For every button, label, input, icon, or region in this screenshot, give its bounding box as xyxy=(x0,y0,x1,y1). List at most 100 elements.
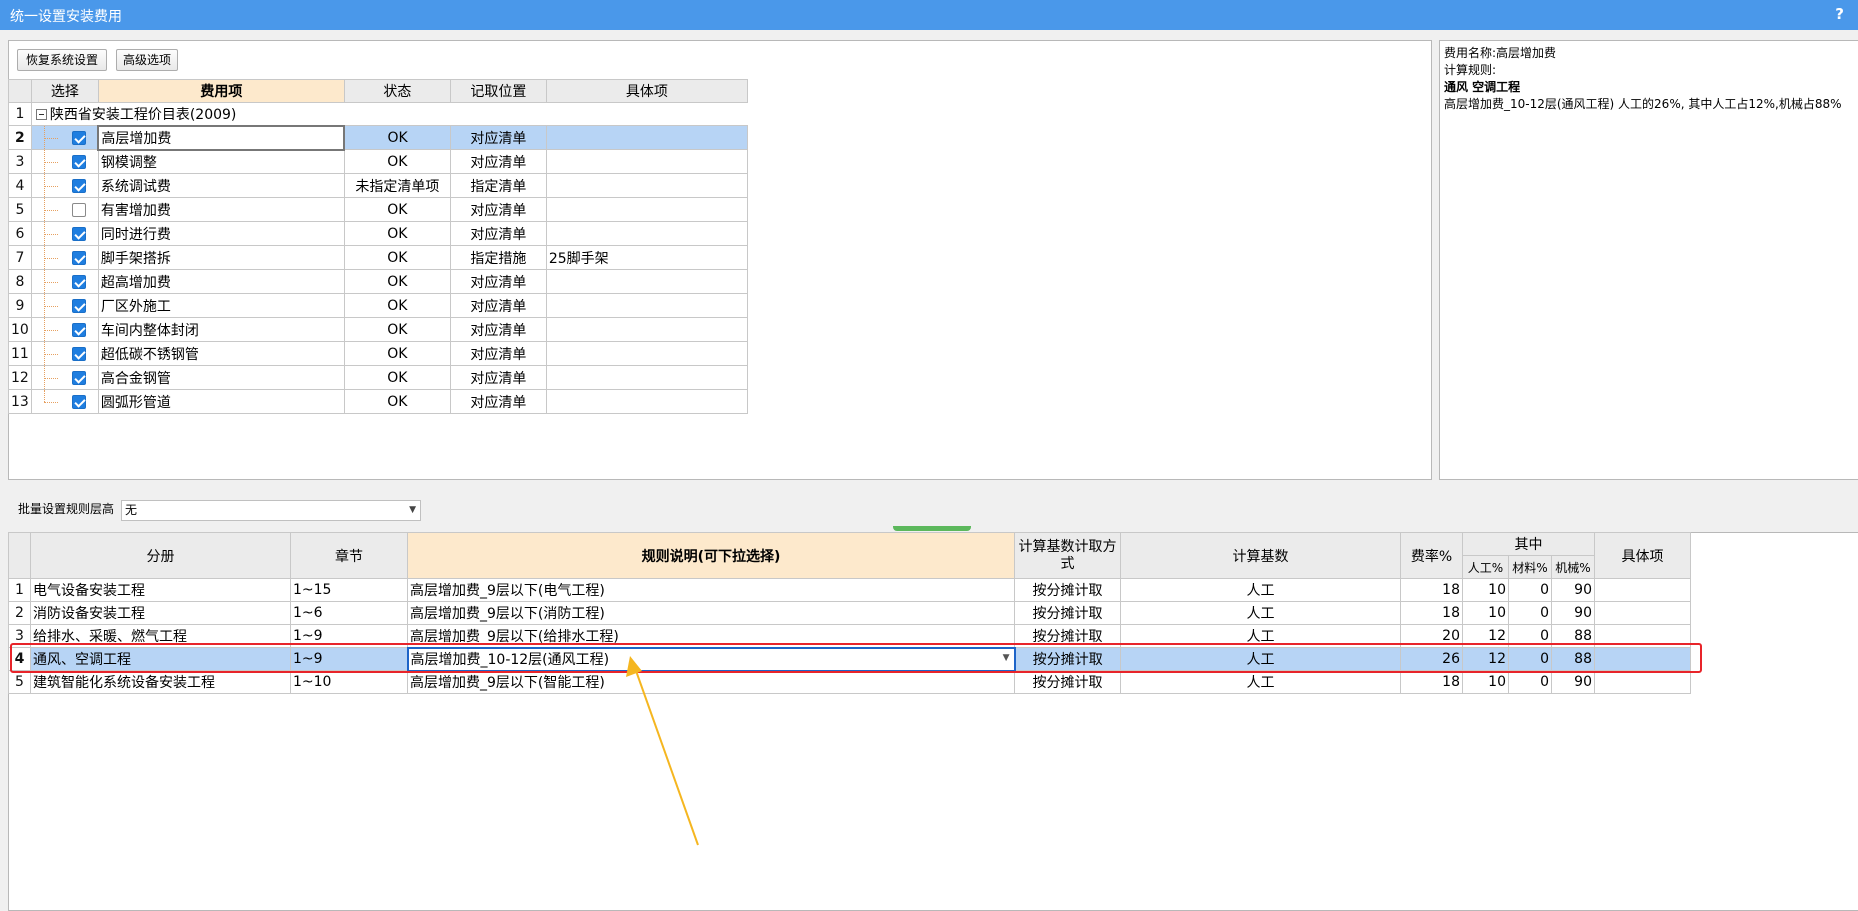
select-checkbox[interactable] xyxy=(71,130,86,145)
dropdown-arrow-icon[interactable]: ▼ xyxy=(1003,653,1010,663)
select-checkbox[interactable] xyxy=(71,274,86,289)
labor-cell[interactable]: 10 xyxy=(1462,601,1509,625)
select-checkbox[interactable] xyxy=(71,250,86,265)
base-cell[interactable]: 人工 xyxy=(1120,601,1401,625)
fee-position[interactable]: 对应清单 xyxy=(449,221,547,246)
fee-row[interactable]: 4 系统调试费 未指定清单项 指定清单 xyxy=(8,173,748,198)
machine-cell[interactable]: 90 xyxy=(1551,601,1595,625)
select-checkbox[interactable] xyxy=(71,394,86,409)
rule-cell[interactable]: 高层增加费_9层以下(智能工程) xyxy=(407,670,1015,694)
specific-cell[interactable] xyxy=(1594,578,1691,602)
fee-row[interactable]: 13 圆弧形管道 OK 对应清单 xyxy=(8,389,748,414)
rule-row[interactable]: 2 消防设备安装工程 1~6 高层增加费_9层以下(消防工程) 按分摊计取 人工 18 10 0… xyxy=(8,601,1691,625)
material-cell[interactable]: 0 xyxy=(1508,647,1552,671)
fee-row[interactable]: 5 有害增加费 OK 对应清单 xyxy=(8,197,748,222)
method-cell[interactable]: 按分摊计取 xyxy=(1014,601,1121,625)
method-cell[interactable]: 按分摊计取 xyxy=(1014,624,1121,648)
base-cell[interactable]: 人工 xyxy=(1120,578,1401,602)
rule-row[interactable]: 4 通风、空调工程 1~9 高层增加费_10-12层(通风工程) ▼ 按分摊计取 人工 26 1… xyxy=(8,646,1691,672)
select-checkbox[interactable] xyxy=(71,202,86,217)
collapse-icon[interactable] xyxy=(35,109,47,121)
fee-item-name[interactable]: 厂区外施工 xyxy=(97,293,345,318)
restore-defaults-button[interactable]: 恢复系统设置 xyxy=(17,49,107,71)
fee-specific[interactable] xyxy=(545,173,748,198)
fee-position[interactable]: 指定措施 xyxy=(449,245,547,270)
fee-specific[interactable] xyxy=(545,293,748,318)
fee-specific[interactable] xyxy=(545,125,748,150)
method-cell[interactable]: 按分摊计取 xyxy=(1014,578,1121,602)
select-checkbox[interactable] xyxy=(71,298,86,313)
header-fee-item[interactable]: 费用项 xyxy=(97,79,345,103)
advanced-options-button[interactable]: 高级选项 xyxy=(116,49,178,71)
rule-select[interactable]: 高层增加费_10-12层(通风工程) ▼ xyxy=(406,646,1016,672)
select-checkbox[interactable] xyxy=(71,346,86,361)
method-cell[interactable]: 按分摊计取 xyxy=(1014,647,1121,671)
fee-item-name[interactable]: 超低碳不锈钢管 xyxy=(97,341,345,366)
material-cell[interactable]: 0 xyxy=(1508,578,1552,602)
specific-cell[interactable] xyxy=(1594,647,1691,671)
rule-row[interactable]: 5 建筑智能化系统设备安装工程 1~10 高层增加费_9层以下(智能工程) 按分摊计取人… xyxy=(8,670,1691,694)
machine-cell[interactable]: 88 xyxy=(1551,624,1595,648)
labor-cell[interactable]: 10 xyxy=(1462,578,1509,602)
fee-specific[interactable] xyxy=(545,389,748,414)
fee-row[interactable]: 11 超低碳不锈钢管 OK 对应清单 xyxy=(8,341,748,366)
fee-specific[interactable] xyxy=(545,221,748,246)
fee-row[interactable]: 6 同时进行费 OK 对应清单 xyxy=(8,221,748,246)
fee-item-name[interactable]: 圆弧形管道 xyxy=(97,389,345,414)
fee-position[interactable]: 对应清单 xyxy=(449,293,547,318)
material-cell[interactable]: 0 xyxy=(1508,624,1552,648)
base-cell[interactable]: 人工 xyxy=(1120,624,1401,648)
labor-cell[interactable]: 10 xyxy=(1462,670,1509,694)
fee-specific[interactable] xyxy=(545,341,748,366)
base-cell[interactable]: 人工 xyxy=(1120,670,1401,694)
fee-row[interactable]: 12 高合金钢管 OK 对应清单 xyxy=(8,365,748,390)
rate-cell[interactable]: 18 xyxy=(1400,670,1463,694)
rate-cell[interactable]: 20 xyxy=(1400,624,1463,648)
help-icon[interactable]: ? xyxy=(1835,5,1844,23)
rule-cell[interactable]: 高层增加费_9层以下(电气工程) xyxy=(407,578,1015,602)
select-checkbox[interactable] xyxy=(71,178,86,193)
specific-cell[interactable] xyxy=(1594,670,1691,694)
fee-position[interactable]: 对应清单 xyxy=(449,365,547,390)
fee-specific[interactable] xyxy=(545,317,748,342)
fee-row[interactable]: 8 超高增加费 OK 对应清单 xyxy=(8,269,748,294)
rate-cell[interactable]: 18 xyxy=(1400,578,1463,602)
fee-position[interactable]: 指定清单 xyxy=(449,173,547,198)
select-checkbox[interactable] xyxy=(71,322,86,337)
fee-item-name[interactable]: 脚手架搭拆 xyxy=(97,245,345,270)
method-cell[interactable]: 按分摊计取 xyxy=(1014,670,1121,694)
fee-item-name[interactable]: 系统调试费 xyxy=(97,173,345,198)
material-cell[interactable]: 0 xyxy=(1508,601,1552,625)
fee-item-name[interactable]: 车间内整体封闭 xyxy=(97,317,345,342)
fee-position[interactable]: 对应清单 xyxy=(449,269,547,294)
material-cell[interactable]: 0 xyxy=(1508,670,1552,694)
fee-specific[interactable] xyxy=(545,197,748,222)
batch-height-select[interactable]: 无 ▼ xyxy=(121,500,421,521)
rate-cell[interactable]: 18 xyxy=(1400,601,1463,625)
select-checkbox[interactable] xyxy=(71,226,86,241)
select-checkbox[interactable] xyxy=(71,154,86,169)
fee-position[interactable]: 对应清单 xyxy=(449,197,547,222)
machine-cell[interactable]: 88 xyxy=(1551,647,1595,671)
machine-cell[interactable]: 90 xyxy=(1551,670,1595,694)
splitter-handle[interactable] xyxy=(893,526,971,531)
fee-row[interactable]: 10 车间内整体封闭 OK 对应清单 xyxy=(8,317,748,342)
fee-item-name[interactable]: 超高增加费 xyxy=(97,269,345,294)
base-cell[interactable]: 人工 xyxy=(1120,647,1401,671)
fee-specific[interactable] xyxy=(545,149,748,174)
fee-item-name[interactable]: 钢模调整 xyxy=(97,149,345,174)
header-rule[interactable]: 规则说明(可下拉选择) xyxy=(407,532,1015,579)
rate-cell[interactable]: 26 xyxy=(1400,647,1463,671)
select-checkbox[interactable] xyxy=(71,370,86,385)
fee-row[interactable]: 7 脚手架搭拆 OK 指定措施 25脚手架 xyxy=(8,245,748,270)
machine-cell[interactable]: 90 xyxy=(1551,578,1595,602)
rule-cell[interactable]: 高层增加费_9层以下(给排水工程) xyxy=(407,624,1015,648)
dropdown-arrow-icon[interactable]: ▼ xyxy=(409,501,416,520)
fee-item-name[interactable]: 高合金钢管 xyxy=(97,365,345,390)
fee-position[interactable]: 对应清单 xyxy=(449,317,547,342)
fee-item-name[interactable]: 同时进行费 xyxy=(97,221,345,246)
labor-cell[interactable]: 12 xyxy=(1462,647,1509,671)
fee-specific[interactable] xyxy=(545,365,748,390)
fee-item-name[interactable]: 有害增加费 xyxy=(97,197,345,222)
specific-cell[interactable] xyxy=(1594,624,1691,648)
